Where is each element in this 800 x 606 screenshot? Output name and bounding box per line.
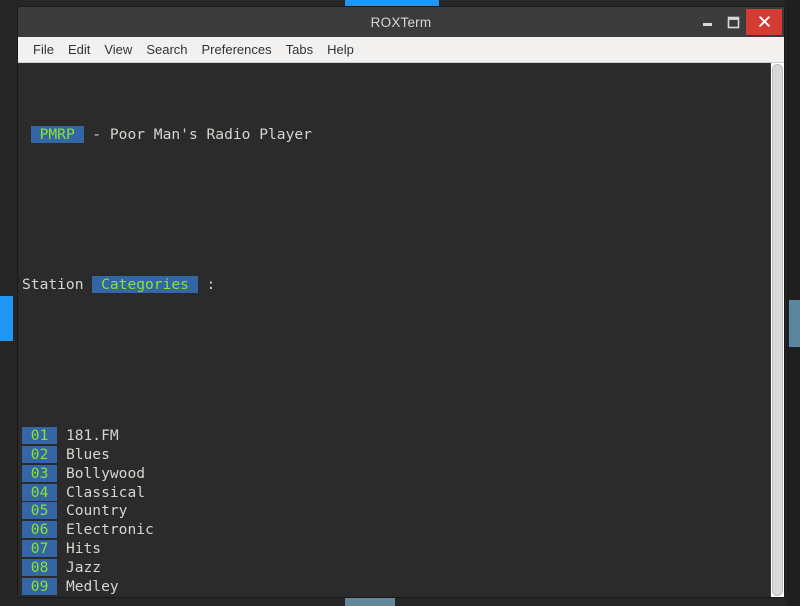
menu-file[interactable]: File — [26, 40, 61, 59]
menu-edit[interactable]: Edit — [61, 40, 97, 59]
minimize-button[interactable] — [694, 7, 720, 37]
desktop-background: ROXTerm — [0, 0, 800, 606]
terminal-line-app-title: PMRP - Poor Man's Radio Player — [22, 126, 770, 145]
pmrp-badge: PMRP — [31, 126, 84, 143]
category-row[interactable]: 06 Electronic — [22, 521, 770, 540]
categories-badge: Categories — [92, 276, 197, 293]
category-row[interactable]: 02 Blues — [22, 446, 770, 465]
category-row[interactable]: 04 Classical — [22, 484, 770, 503]
app-title-separator: - — [84, 126, 110, 143]
category-number: 01 — [22, 427, 57, 444]
category-label: Country — [66, 502, 128, 519]
category-row[interactable]: 08 Jazz — [22, 559, 770, 578]
menubar: File Edit View Search Preferences Tabs H… — [18, 37, 784, 63]
menu-search[interactable]: Search — [139, 40, 194, 59]
category-row[interactable]: 01 181.FM — [22, 427, 770, 446]
category-label: Jazz — [66, 559, 101, 576]
category-number: 04 — [22, 484, 57, 501]
category-number: 08 — [22, 559, 57, 576]
close-button[interactable] — [746, 9, 782, 35]
category-label: Medley — [66, 578, 119, 595]
menu-view[interactable]: View — [97, 40, 139, 59]
category-number: 03 — [22, 465, 57, 482]
section-prefix: Station — [22, 276, 92, 293]
menu-preferences[interactable]: Preferences — [195, 40, 279, 59]
menu-help[interactable]: Help — [320, 40, 361, 59]
category-gap — [57, 578, 66, 595]
desktop-bottom-taskbar-chip[interactable] — [345, 598, 395, 606]
category-number: 02 — [22, 446, 57, 463]
category-label: Classical — [66, 484, 145, 501]
desktop-left-panel-chip[interactable] — [0, 296, 13, 341]
window-controls — [694, 7, 784, 37]
category-gap — [57, 559, 66, 576]
window-titlebar[interactable]: ROXTerm — [18, 7, 784, 37]
category-label: Blues — [66, 446, 110, 463]
category-gap — [57, 502, 66, 519]
category-label: Hits — [66, 540, 101, 557]
terminal-line-section: Station Categories : — [22, 276, 770, 295]
category-label: 181.FM — [66, 427, 119, 444]
terminal-output[interactable]: PMRP - Poor Man's Radio Player Station C… — [18, 63, 770, 597]
category-label: Electronic — [66, 521, 154, 538]
terminal-window: ROXTerm — [17, 6, 785, 598]
category-row[interactable]: 07 Hits — [22, 540, 770, 559]
category-gap — [57, 446, 66, 463]
category-row[interactable]: 05 Country — [22, 502, 770, 521]
indent — [22, 126, 31, 143]
terminal-blank-2 — [22, 352, 770, 371]
terminal-area: PMRP - Poor Man's Radio Player Station C… — [18, 63, 784, 597]
close-icon — [758, 13, 771, 32]
window-title: ROXTerm — [371, 15, 432, 30]
category-gap — [57, 465, 66, 482]
terminal-scrollbar[interactable] — [770, 63, 784, 597]
category-gap — [57, 484, 66, 501]
minimize-icon — [702, 17, 713, 28]
maximize-button[interactable] — [720, 7, 746, 37]
category-row[interactable]: 09 Medley — [22, 578, 770, 597]
scrollbar-thumb[interactable] — [772, 64, 783, 596]
category-gap — [57, 540, 66, 557]
category-number: 09 — [22, 578, 57, 595]
menu-tabs[interactable]: Tabs — [279, 40, 320, 59]
category-number: 05 — [22, 502, 57, 519]
category-row[interactable]: 03 Bollywood — [22, 465, 770, 484]
maximize-icon — [727, 16, 740, 29]
category-label: Bollywood — [66, 465, 145, 482]
category-gap — [57, 427, 66, 444]
desktop-right-panel-chip[interactable] — [789, 300, 800, 347]
category-number: 06 — [22, 521, 57, 538]
terminal-blank-1 — [22, 201, 770, 220]
section-suffix: : — [198, 276, 216, 293]
category-number: 07 — [22, 540, 57, 557]
app-title: Poor Man's Radio Player — [110, 126, 312, 143]
category-list: 01 181.FM 02 Blues 03 Bollywood 04 Class… — [22, 427, 770, 597]
category-gap — [57, 521, 66, 538]
